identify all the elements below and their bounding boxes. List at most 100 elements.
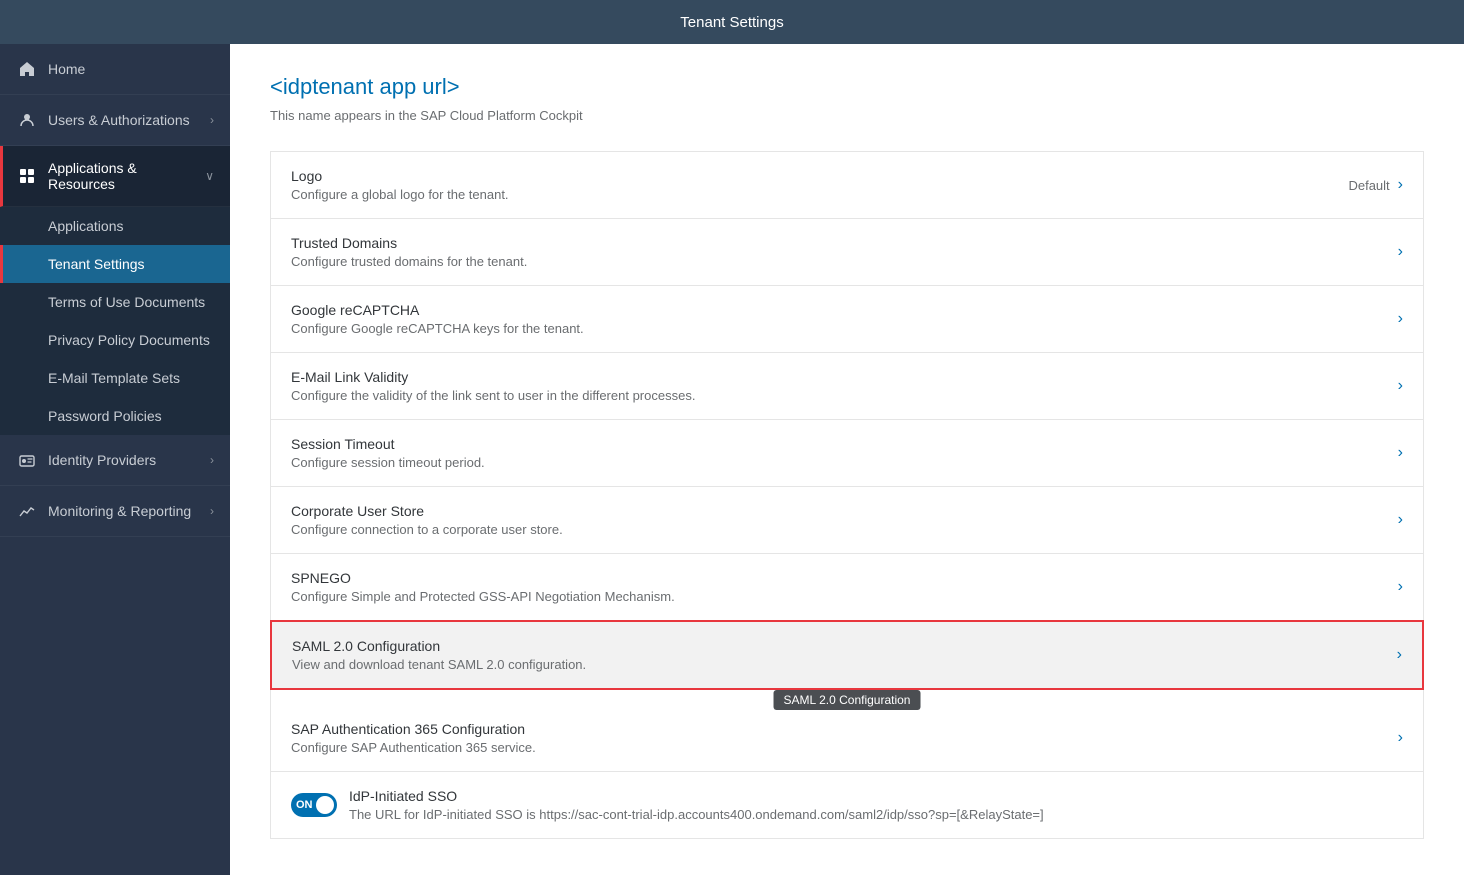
email-link-validity-title: E-Mail Link Validity bbox=[291, 369, 1398, 385]
subitem-email-template-label: E-Mail Template Sets bbox=[48, 370, 180, 386]
email-link-validity-content: E-Mail Link Validity Configure the valid… bbox=[291, 369, 1398, 403]
subitem-privacy-docs-label: Privacy Policy Documents bbox=[48, 332, 210, 348]
toggle-knob bbox=[316, 796, 334, 814]
logo-chevron-icon: › bbox=[1398, 176, 1403, 194]
chevron-right-icon: › bbox=[210, 113, 214, 127]
email-link-validity-right: › bbox=[1398, 377, 1403, 395]
saml-config-right: › bbox=[1397, 646, 1402, 664]
saml-config-title: SAML 2.0 Configuration bbox=[292, 638, 1397, 654]
sap-auth-365-title: SAP Authentication 365 Configuration bbox=[291, 721, 1398, 737]
google-recaptcha-title: Google reCAPTCHA bbox=[291, 302, 1398, 318]
spnego-content: SPNEGO Configure Simple and Protected GS… bbox=[291, 570, 1398, 604]
apps-icon bbox=[16, 165, 38, 187]
sidebar-identity-providers-label: Identity Providers bbox=[48, 452, 210, 468]
sidebar-item-apps-resources[interactable]: Applications & Resources ∨ bbox=[0, 146, 230, 207]
chevron-right3-icon: › bbox=[210, 504, 214, 518]
session-timeout-content: Session Timeout Configure session timeou… bbox=[291, 436, 1398, 470]
corporate-user-store-desc: Configure connection to a corporate user… bbox=[291, 522, 1398, 537]
email-link-validity-desc: Configure the validity of the link sent … bbox=[291, 388, 1398, 403]
settings-row-corporate-user-store[interactable]: Corporate User Store Configure connectio… bbox=[271, 487, 1423, 554]
sidebar-subitem-password-policies[interactable]: Password Policies bbox=[0, 397, 230, 435]
saml-tooltip: SAML 2.0 Configuration bbox=[774, 690, 921, 710]
settings-row-logo-desc: Configure a global logo for the tenant. bbox=[291, 187, 1348, 202]
corporate-user-store-right: › bbox=[1398, 511, 1403, 529]
settings-row-trusted-domains[interactable]: Trusted Domains Configure trusted domain… bbox=[271, 219, 1423, 286]
settings-row-logo-content: Logo Configure a global logo for the ten… bbox=[291, 168, 1348, 202]
toggle-on-label: ON bbox=[296, 799, 313, 811]
settings-list: Logo Configure a global logo for the ten… bbox=[270, 151, 1424, 839]
settings-row-idp-initiated-sso[interactable]: ON IdP-Initiated SSO The URL for IdP-ini… bbox=[271, 772, 1423, 838]
sidebar-subitem-applications[interactable]: Applications bbox=[0, 207, 230, 245]
sap-auth-365-right: › bbox=[1398, 729, 1403, 747]
session-timeout-title: Session Timeout bbox=[291, 436, 1398, 452]
subitem-terms-docs-label: Terms of Use Documents bbox=[48, 294, 205, 310]
settings-row-spnego[interactable]: SPNEGO Configure Simple and Protected GS… bbox=[271, 554, 1423, 621]
sidebar-monitoring-label: Monitoring & Reporting bbox=[48, 503, 210, 519]
top-header: Tenant Settings bbox=[0, 0, 1464, 44]
subitem-password-policies-label: Password Policies bbox=[48, 408, 162, 424]
spnego-title: SPNEGO bbox=[291, 570, 1398, 586]
trusted-domains-right: › bbox=[1398, 243, 1403, 261]
sidebar-item-identity-providers[interactable]: Identity Providers › bbox=[0, 435, 230, 486]
sidebar: Home Users & Authorizations › bbox=[0, 44, 230, 875]
spnego-desc: Configure Simple and Protected GSS-API N… bbox=[291, 589, 1398, 604]
settings-row-google-recaptcha[interactable]: Google reCAPTCHA Configure Google reCAPT… bbox=[271, 286, 1423, 353]
idp-sso-toggle[interactable]: ON bbox=[291, 793, 337, 817]
chevron-down-icon: ∨ bbox=[205, 169, 214, 183]
idp-sso-title: IdP-Initiated SSO bbox=[349, 788, 1403, 804]
idp-sso-desc: The URL for IdP-initiated SSO is https:/… bbox=[349, 807, 1403, 822]
corporate-user-store-content: Corporate User Store Configure connectio… bbox=[291, 503, 1398, 537]
google-recaptcha-desc: Configure Google reCAPTCHA keys for the … bbox=[291, 321, 1398, 336]
sidebar-apps-resources-label: Applications & Resources bbox=[48, 160, 205, 192]
session-timeout-chevron-icon: › bbox=[1398, 444, 1403, 462]
sap-auth-365-chevron-icon: › bbox=[1398, 729, 1403, 747]
sidebar-subitem-tenant-settings[interactable]: Tenant Settings bbox=[0, 245, 230, 283]
settings-row-logo-title: Logo bbox=[291, 168, 1348, 184]
saml-config-chevron-icon: › bbox=[1397, 646, 1402, 664]
chevron-right2-icon: › bbox=[210, 453, 214, 467]
subitem-tenant-settings-label: Tenant Settings bbox=[48, 256, 145, 272]
idp-sso-toggle-container: ON bbox=[291, 793, 337, 817]
identity-icon bbox=[16, 449, 38, 471]
trusted-domains-title: Trusted Domains bbox=[291, 235, 1398, 251]
sidebar-item-monitoring[interactable]: Monitoring & Reporting › bbox=[0, 486, 230, 537]
settings-row-sap-auth-365[interactable]: SAP Authentication 365 Configuration Con… bbox=[271, 705, 1423, 772]
logo-default-label: Default bbox=[1348, 178, 1389, 193]
sidebar-item-home[interactable]: Home bbox=[0, 44, 230, 95]
sap-auth-365-desc: Configure SAP Authentication 365 service… bbox=[291, 740, 1398, 755]
sidebar-home-label: Home bbox=[48, 61, 214, 77]
settings-row-saml-config[interactable]: SAML 2.0 Configuration View and download… bbox=[270, 620, 1424, 690]
settings-row-email-link-validity[interactable]: E-Mail Link Validity Configure the valid… bbox=[271, 353, 1423, 420]
settings-row-logo-right: Default › bbox=[1348, 176, 1403, 194]
spnego-right: › bbox=[1398, 578, 1403, 596]
sidebar-subitem-email-template[interactable]: E-Mail Template Sets bbox=[0, 359, 230, 397]
page-subtitle: This name appears in the SAP Cloud Platf… bbox=[270, 108, 1424, 123]
saml-config-desc: View and download tenant SAML 2.0 config… bbox=[292, 657, 1397, 672]
session-timeout-right: › bbox=[1398, 444, 1403, 462]
google-recaptcha-chevron-icon: › bbox=[1398, 310, 1403, 328]
trusted-domains-chevron-icon: › bbox=[1398, 243, 1403, 261]
settings-row-session-timeout[interactable]: Session Timeout Configure session timeou… bbox=[271, 420, 1423, 487]
sidebar-users-auth-label: Users & Authorizations bbox=[48, 112, 210, 128]
session-timeout-desc: Configure session timeout period. bbox=[291, 455, 1398, 470]
users-icon bbox=[16, 109, 38, 131]
settings-row-logo[interactable]: Logo Configure a global logo for the ten… bbox=[271, 152, 1423, 219]
sidebar-subitem-terms-docs[interactable]: Terms of Use Documents bbox=[0, 283, 230, 321]
header-title: Tenant Settings bbox=[680, 14, 783, 31]
sidebar-item-users-auth[interactable]: Users & Authorizations › bbox=[0, 95, 230, 146]
trusted-domains-desc: Configure trusted domains for the tenant… bbox=[291, 254, 1398, 269]
google-recaptcha-content: Google reCAPTCHA Configure Google reCAPT… bbox=[291, 302, 1398, 336]
corporate-user-store-chevron-icon: › bbox=[1398, 511, 1403, 529]
saml-config-content: SAML 2.0 Configuration View and download… bbox=[292, 638, 1397, 672]
spnego-chevron-icon: › bbox=[1398, 578, 1403, 596]
content-area: <idptenant app url> This name appears in… bbox=[230, 44, 1464, 875]
sidebar-subitem-privacy-docs[interactable]: Privacy Policy Documents bbox=[0, 321, 230, 359]
subitem-applications-label: Applications bbox=[48, 218, 124, 234]
sap-auth-365-content: SAP Authentication 365 Configuration Con… bbox=[291, 721, 1398, 755]
trusted-domains-content: Trusted Domains Configure trusted domain… bbox=[291, 235, 1398, 269]
main-layout: Home Users & Authorizations › bbox=[0, 44, 1464, 875]
google-recaptcha-right: › bbox=[1398, 310, 1403, 328]
corporate-user-store-title: Corporate User Store bbox=[291, 503, 1398, 519]
monitoring-icon bbox=[16, 500, 38, 522]
email-link-validity-chevron-icon: › bbox=[1398, 377, 1403, 395]
